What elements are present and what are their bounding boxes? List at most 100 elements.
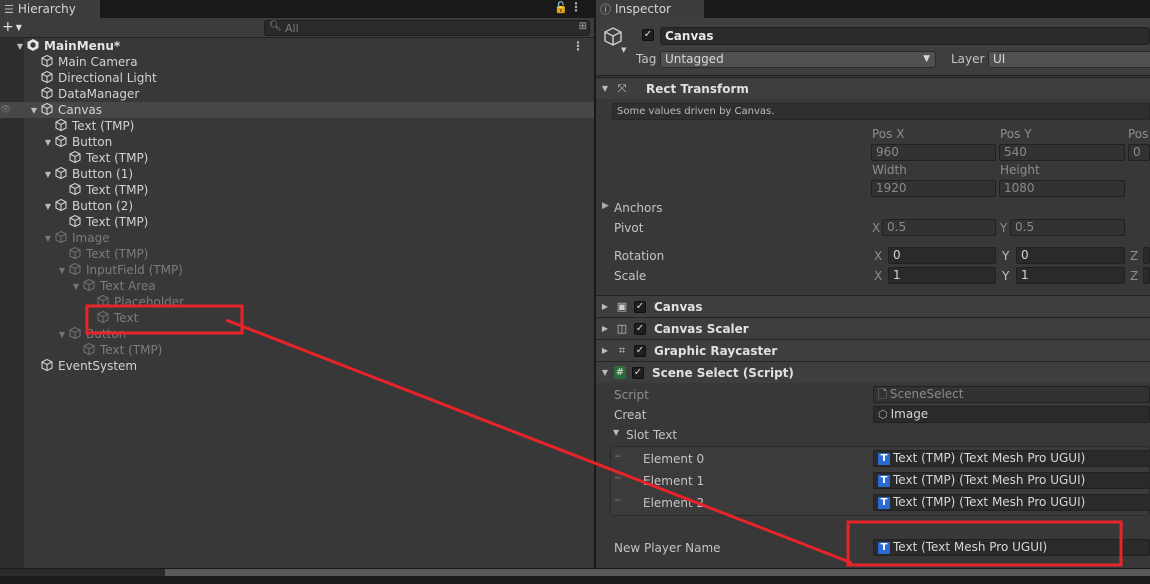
scale-x-axis: X bbox=[874, 269, 883, 283]
raycaster-icon: ⌗ bbox=[618, 343, 626, 357]
fold-open-icon[interactable]: ▼ bbox=[56, 330, 68, 339]
canvas-component-title: Canvas bbox=[654, 299, 703, 314]
pivot-y-field[interactable]: 0.5 bbox=[1010, 219, 1125, 236]
hierarchy-item[interactable]: ▼ Button bbox=[0, 134, 594, 150]
add-object-button[interactable]: + ▼ bbox=[2, 19, 22, 35]
scale-x-field[interactable]: 1 bbox=[888, 267, 996, 284]
kebab-menu-icon[interactable]: ⋮ bbox=[570, 0, 582, 14]
hierarchy-item-label: Text bbox=[114, 311, 139, 325]
cube-icon: ⬡ bbox=[878, 408, 888, 421]
pos-y-label: Pos Y bbox=[1000, 127, 1032, 141]
add-label: + bbox=[2, 19, 14, 35]
hierarchy-item[interactable]: Text (TMP) bbox=[0, 150, 594, 166]
hierarchy-item[interactable]: ▼ Button bbox=[0, 326, 594, 342]
hierarchy-item[interactable]: Main Camera bbox=[0, 54, 594, 70]
fold-open-icon[interactable]: ▼ bbox=[42, 202, 54, 211]
lock-icon[interactable]: 🔓 bbox=[554, 1, 568, 14]
hierarchy-item[interactable]: DataManager bbox=[0, 86, 594, 102]
hierarchy-item[interactable]: ▼ Canvas 👁︎ bbox=[0, 102, 594, 118]
hierarchy-item[interactable]: ▼ InputField (TMP) bbox=[0, 262, 594, 278]
hierarchy-item[interactable]: ▼ Image bbox=[0, 230, 594, 246]
drag-handle-icon[interactable]: ═ bbox=[615, 497, 625, 506]
rotation-y-field[interactable]: 0 bbox=[1016, 247, 1125, 264]
rect-transform-header[interactable]: ▼ ⤧ Rect Transform bbox=[596, 77, 1150, 99]
width-field[interactable]: 1920 bbox=[871, 180, 996, 197]
gameobject-cube-icon bbox=[68, 246, 86, 263]
element-0-field[interactable]: T Text (TMP) (Text Mesh Pro UGUI) bbox=[873, 450, 1150, 467]
new-player-name-field[interactable]: T Text (Text Mesh Pro UGUI) bbox=[873, 539, 1150, 556]
scale-y-field[interactable]: 1 bbox=[1016, 267, 1125, 284]
gameobject-cube-icon bbox=[40, 86, 58, 103]
anchors-label[interactable]: Anchors bbox=[614, 201, 663, 215]
chevron-right-icon[interactable]: ▶ bbox=[602, 201, 609, 211]
element-2-field[interactable]: T Text (TMP) (Text Mesh Pro UGUI) bbox=[873, 494, 1150, 511]
active-checkbox[interactable]: ✓ bbox=[642, 29, 654, 41]
height-field[interactable]: 1080 bbox=[999, 180, 1125, 197]
pos-y-field[interactable]: 540 bbox=[999, 144, 1125, 161]
scene-select-enabled-checkbox[interactable]: ✓ bbox=[632, 366, 644, 379]
slot-text-label[interactable]: Slot Text bbox=[626, 428, 677, 442]
visibility-icon[interactable]: 👁︎ bbox=[0, 105, 11, 115]
pos-x-field[interactable]: 960 bbox=[871, 144, 996, 161]
hierarchy-item[interactable]: ▼ Text Area bbox=[0, 278, 594, 294]
canvas-enabled-checkbox[interactable]: ✓ bbox=[634, 300, 646, 313]
scene-select-header[interactable]: ▼ # ✓ Scene Select (Script) bbox=[596, 361, 1150, 383]
chevron-right-icon: ▶ bbox=[601, 302, 609, 311]
gameobject-cube-icon[interactable] bbox=[602, 26, 624, 48]
creat-field[interactable]: ⬡ Image bbox=[873, 406, 1150, 423]
gameobject-cube-icon bbox=[68, 150, 86, 167]
gameobject-cube-icon bbox=[54, 134, 72, 151]
pivot-x-field[interactable]: 0.5 bbox=[882, 219, 996, 236]
fold-open-icon[interactable]: ▼ bbox=[56, 266, 68, 275]
script-field[interactable]: 🗋 SceneSelect bbox=[873, 386, 1150, 403]
chevron-right-icon: ▶ bbox=[601, 346, 609, 355]
hierarchy-item[interactable]: Directional Light bbox=[0, 70, 594, 86]
fold-open-icon[interactable]: ▼ bbox=[42, 170, 54, 179]
search-options-icon[interactable]: ⊞ bbox=[579, 21, 587, 32]
search-input[interactable]: 🔍︎ All ⊞ bbox=[264, 20, 590, 36]
hierarchy-item[interactable]: Text (TMP) bbox=[0, 214, 594, 230]
rotation-z-field[interactable] bbox=[1143, 247, 1150, 264]
hierarchy-item[interactable]: Text bbox=[0, 310, 594, 326]
layer-value: UI bbox=[993, 52, 1006, 66]
fold-open-icon[interactable]: ▼ bbox=[70, 282, 82, 291]
canvas-scaler-enabled-checkbox[interactable]: ✓ bbox=[634, 322, 646, 335]
hierarchy-item[interactable]: ▼ Button (1) bbox=[0, 166, 594, 182]
scale-z-field[interactable] bbox=[1143, 267, 1150, 284]
drag-handle-icon[interactable]: ═ bbox=[615, 453, 625, 462]
tab-hierarchy[interactable]: ☰ Hierarchy bbox=[0, 0, 100, 18]
layer-dropdown[interactable]: UI bbox=[988, 51, 1150, 68]
chevron-down-icon[interactable]: ▼ bbox=[613, 428, 619, 437]
hierarchy-panel: ☰ Hierarchy 🔓 ⋮ + ▼ 🔍︎ All ⊞ ▼ MainMenu* ⋮ M… bbox=[0, 0, 594, 568]
script-hash-icon: # bbox=[614, 366, 626, 379]
hierarchy-item[interactable]: Text (TMP) bbox=[0, 246, 594, 262]
kebab-menu-icon[interactable]: ⋮ bbox=[572, 39, 584, 53]
creat-label: Creat bbox=[614, 408, 647, 422]
hierarchy-item[interactable]: Text (TMP) bbox=[0, 342, 594, 358]
graphic-raycaster-header[interactable]: ▶ ⌗ ✓ Graphic Raycaster bbox=[596, 339, 1150, 361]
hierarchy-item[interactable]: ▼ MainMenu* ⋮ bbox=[0, 38, 594, 54]
fold-open-icon[interactable]: ▼ bbox=[42, 138, 54, 147]
drag-handle-icon[interactable]: ═ bbox=[615, 475, 625, 484]
info-icon: ⓘ bbox=[600, 3, 611, 16]
object-name-field[interactable]: Canvas bbox=[660, 27, 1150, 45]
rotation-x-field[interactable]: 0 bbox=[888, 247, 996, 264]
element-1-field[interactable]: T Text (TMP) (Text Mesh Pro UGUI) bbox=[873, 472, 1150, 489]
tab-inspector[interactable]: ⓘ Inspector bbox=[596, 0, 704, 18]
canvas-scaler-header[interactable]: ▶ ◫ ✓ Canvas Scaler bbox=[596, 317, 1150, 339]
element-1-value: Text (TMP) (Text Mesh Pro UGUI) bbox=[893, 473, 1086, 487]
canvas-component-header[interactable]: ▶ ▣ ✓ Canvas bbox=[596, 295, 1150, 317]
graphic-raycaster-enabled-checkbox[interactable]: ✓ bbox=[634, 344, 646, 357]
tag-dropdown[interactable]: Untagged ▼ bbox=[660, 51, 936, 68]
fold-open-icon[interactable]: ▼ bbox=[28, 106, 40, 115]
hierarchy-item[interactable]: ▼ Button (2) bbox=[0, 198, 594, 214]
pos-z-field[interactable]: 0 bbox=[1128, 144, 1150, 161]
pos-z-label: Pos bbox=[1128, 127, 1149, 141]
fold-open-icon[interactable]: ▼ bbox=[42, 234, 54, 243]
hierarchy-item[interactable]: Placeholder bbox=[0, 294, 594, 310]
hierarchy-item[interactable]: EventSystem bbox=[0, 358, 594, 374]
hierarchy-item[interactable]: Text (TMP) bbox=[0, 118, 594, 134]
fold-open-icon[interactable]: ▼ bbox=[14, 42, 26, 51]
hierarchy-item-label: Button bbox=[86, 327, 127, 341]
hierarchy-item[interactable]: Text (TMP) bbox=[0, 182, 594, 198]
